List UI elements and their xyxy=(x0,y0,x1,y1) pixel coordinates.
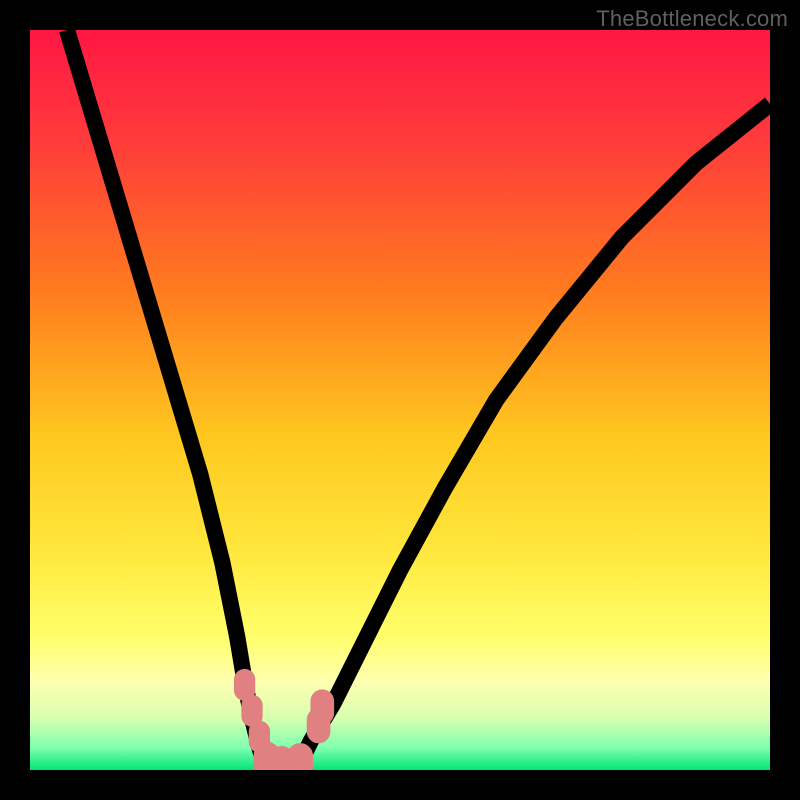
curve-left-branch xyxy=(67,30,267,770)
marker-group xyxy=(234,669,334,770)
bottleneck-marker xyxy=(310,689,334,725)
curves-layer xyxy=(30,30,770,770)
watermark-text: TheBottleneck.com xyxy=(596,6,788,32)
plot-area xyxy=(30,30,770,770)
bottleneck-marker xyxy=(287,743,313,770)
chart-frame: TheBottleneck.com xyxy=(0,0,800,800)
curve-right-branch xyxy=(296,104,770,770)
